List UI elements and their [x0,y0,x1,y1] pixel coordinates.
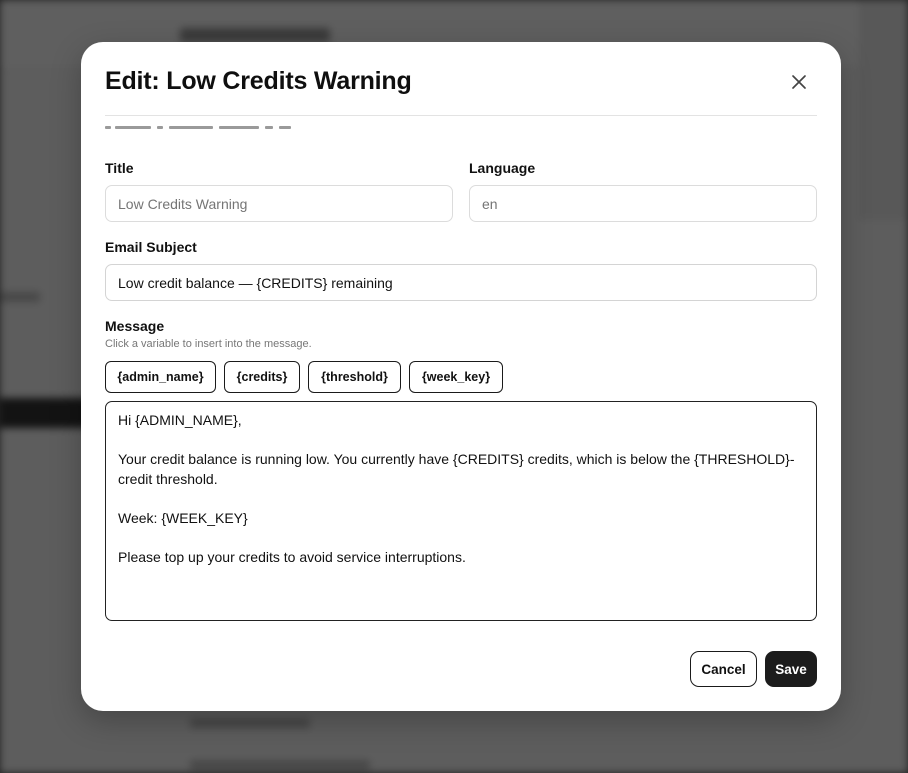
close-icon [792,75,806,89]
variable-chip-credits[interactable]: {credits} [224,361,300,393]
email-subject-field[interactable] [105,264,817,301]
message-line: Your credit balance is running low. You … [118,451,795,487]
message-line: Week: {WEEK_KEY} [118,509,248,526]
message-line [118,528,804,548]
message-line [118,489,804,509]
dialog-title: Edit: Low Credits Warning [105,67,412,95]
message-line: Hi {ADMIN_NAME}, [118,412,242,428]
dialog-header: Edit: Low Credits Warning [105,42,817,116]
save-button[interactable]: Save [765,651,817,687]
message-line [118,431,804,451]
message-line: Please top up your credits to avoid serv… [118,548,466,565]
email-subject-label: Email Subject [105,239,197,255]
message-label: Message [105,318,165,334]
message-helper-text: Click a variable to insert into the mess… [105,338,312,350]
language-label: Language [469,160,536,176]
variable-chip-admin-name[interactable]: {admin_name} [105,361,216,393]
title-label: Title [105,160,134,176]
cancel-button[interactable]: Cancel [690,651,757,687]
scrolled-content-remnant [105,126,305,134]
close-button[interactable] [787,70,811,94]
edit-template-dialog: Edit: Low Credits Warning Title Language… [81,42,841,711]
variable-chip-threshold[interactable]: {threshold} [308,361,401,393]
message-textarea[interactable]: Hi {ADMIN_NAME}, Your credit balance is … [105,401,817,621]
variable-chip-week-key[interactable]: {week_key} [409,361,503,393]
language-field[interactable] [469,185,817,222]
title-field[interactable] [105,185,453,222]
